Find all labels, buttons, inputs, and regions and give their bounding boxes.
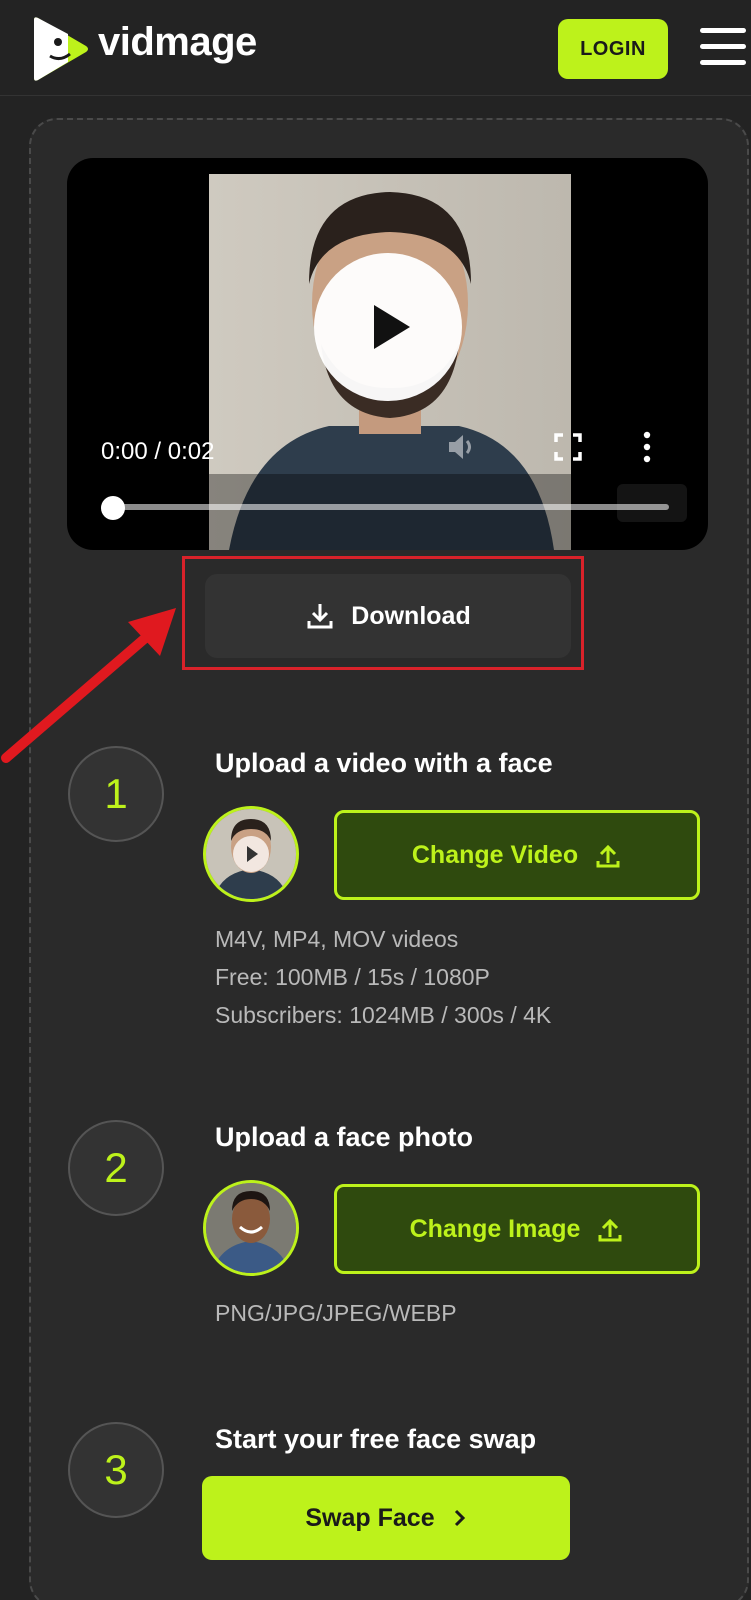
face-photo-thumbnail[interactable] [203,1180,299,1276]
change-image-button[interactable]: Change Image [334,1184,700,1274]
subscriber-limit-info: Subscribers: 1024MB / 300s / 4K [215,1002,552,1028]
hamburger-menu-icon[interactable] [700,28,746,68]
video-thumbnail-image [206,809,296,899]
logo-text: vidmage [98,20,257,64]
video-format-info: M4V, MP4, MOV videos [215,926,459,952]
progress-bar[interactable] [101,504,669,510]
image-format-info: PNG/JPG/JPEG/WEBP [215,1300,457,1326]
change-video-label: Change Video [411,840,579,869]
fullscreen-icon[interactable] [553,432,583,462]
top-header: vidmage LOGIN [0,0,751,96]
play-button[interactable] [314,253,462,401]
step-3-number: 3 [68,1422,164,1518]
download-icon [307,604,333,629]
video-player[interactable]: 0:00 / 0:02 [67,158,708,550]
step-1-title: Upload a video with a face [215,748,553,778]
swap-face-button[interactable]: Swap Face [202,1476,570,1560]
video-watermark [617,484,687,522]
vidmage-logo-icon[interactable] [28,16,90,82]
step-3-title: Start your free face swap [215,1424,537,1454]
progress-handle[interactable] [100,496,125,520]
chevron-right-icon [454,1509,465,1527]
upload-icon [596,844,620,868]
upload-icon [598,1218,622,1242]
swap-face-label: Swap Face [305,1503,435,1532]
more-vertical-icon[interactable] [637,430,657,464]
video-thumbnail[interactable] [203,806,299,902]
step-2-number: 2 [68,1120,164,1216]
time-display: 0:00 / 0:02 [101,438,215,465]
login-button[interactable]: LOGIN [558,19,668,79]
face-photo-image [206,1183,296,1273]
download-button[interactable]: Download [205,574,571,658]
free-limit-info: Free: 100MB / 15s / 1080P [215,964,490,990]
step-1-number: 1 [68,746,164,842]
change-video-button[interactable]: Change Video [334,810,700,900]
step-2-title: Upload a face photo [215,1122,474,1152]
change-image-label: Change Image [409,1214,581,1243]
download-label: Download [351,601,471,630]
volume-icon[interactable] [445,430,479,464]
